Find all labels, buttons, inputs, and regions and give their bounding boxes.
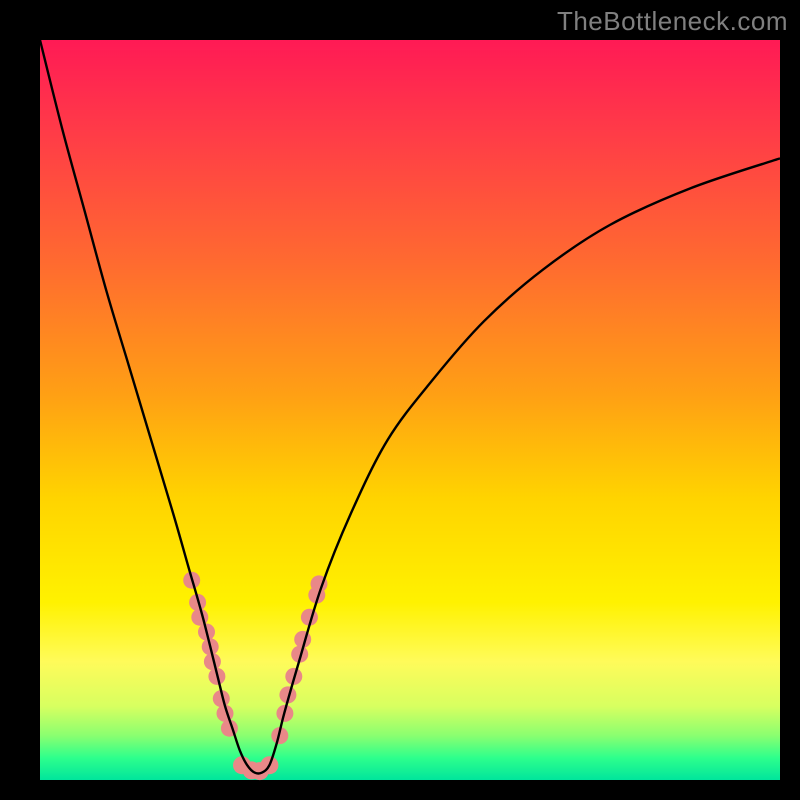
bottleneck-curve (40, 40, 780, 774)
chart-frame: TheBottleneck.com (0, 0, 800, 800)
chart-marker (191, 609, 208, 626)
chart-svg (40, 40, 780, 780)
watermark-text: TheBottleneck.com (557, 6, 788, 37)
marker-layer (183, 572, 327, 780)
plot-area (40, 40, 780, 780)
